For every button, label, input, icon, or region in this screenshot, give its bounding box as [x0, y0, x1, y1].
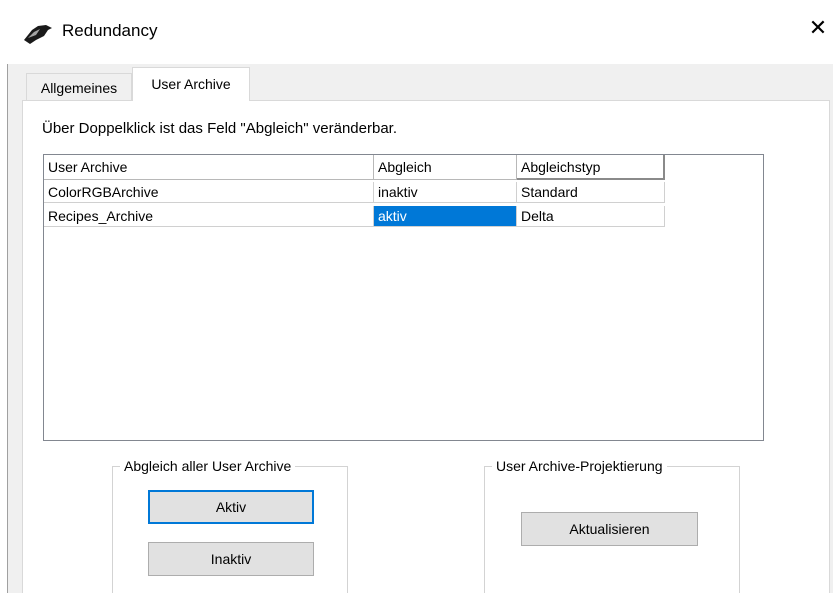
- tab-user-archive[interactable]: User Archive: [132, 67, 250, 101]
- table-row[interactable]: ColorRGBArchive inaktiv Standard: [44, 182, 665, 203]
- column-header-abgleich[interactable]: Abgleich: [374, 155, 517, 180]
- tab-allgemeines[interactable]: Allgemeines: [26, 73, 132, 101]
- cell-abgleich[interactable]: inaktiv: [374, 182, 517, 203]
- column-header-abgleichstyp[interactable]: Abgleichstyp: [517, 155, 665, 180]
- bird-app-icon: [24, 25, 52, 44]
- window-title: Redundancy: [62, 21, 158, 40]
- aktiv-button[interactable]: Aktiv: [148, 490, 314, 524]
- cell-user-archive[interactable]: Recipes_Archive: [44, 206, 374, 227]
- close-icon[interactable]: ✕: [806, 16, 830, 40]
- hint-text: Über Doppelklick ist das Feld "Abgleich"…: [42, 120, 397, 137]
- cell-abgleichstyp[interactable]: Standard: [517, 182, 665, 203]
- cell-user-archive[interactable]: ColorRGBArchive: [44, 182, 374, 203]
- inaktiv-button[interactable]: Inaktiv: [148, 542, 314, 576]
- group-projecting-title: User Archive-Projektierung: [492, 457, 667, 475]
- group-sync-all-title: Abgleich aller User Archive: [120, 457, 296, 475]
- aktualisieren-button[interactable]: Aktualisieren: [521, 512, 698, 546]
- cell-abgleich-selected[interactable]: aktiv: [374, 206, 517, 227]
- cell-abgleichstyp[interactable]: Delta: [517, 206, 665, 227]
- table-row[interactable]: Recipes_Archive aktiv Delta: [44, 206, 665, 227]
- column-header-user-archive[interactable]: User Archive: [44, 155, 374, 180]
